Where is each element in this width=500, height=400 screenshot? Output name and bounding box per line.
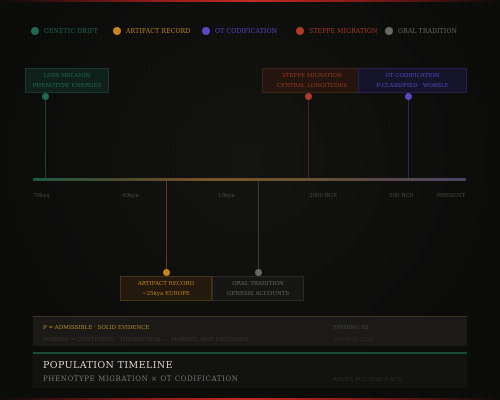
event-subtitle: CENTRAL LONGITUDES: [276, 82, 348, 89]
legend-label: GENETIC DRIFT: [44, 27, 99, 35]
search-label: SEARCH 2026: [333, 337, 374, 343]
event-subtitle: P-CLASSIFIED · WOBBLE: [376, 82, 449, 89]
legend-dot-icon: [385, 27, 393, 35]
legend-item-genetic-drift: GENETIC DRIFT: [31, 25, 98, 37]
evidence-wobble-text: WOBBLE = CONTESTED · THEORETICAL — MARKE…: [43, 337, 249, 343]
title-panel: POPULATION TIMELINE PHENOTYPE MIGRATION …: [33, 352, 467, 388]
event-title: ARTIFACT RECORD: [137, 280, 195, 287]
top-accent-line: [0, 0, 500, 2]
page-title: POPULATION TIMELINE: [43, 360, 173, 371]
event-title: OT CODIFICATION: [385, 72, 440, 79]
timeline-axis: [33, 178, 466, 181]
tick-label: PRESENT: [437, 193, 466, 199]
event-stem: [258, 181, 259, 270]
event-stem: [408, 99, 409, 179]
event-stem: [45, 99, 46, 179]
event-stem: [166, 181, 167, 270]
page-subtitle: PHENOTYPE MIGRATION × OT CODIFICATION: [43, 375, 239, 383]
evidence-key-panel: P = ADMISSIBLE · SOLID EVIDENCE WOBBLE =…: [33, 316, 467, 346]
event-card-loss-melanin[interactable]: LOSS MELANIN PHENOTYPE EMERGES: [25, 68, 109, 93]
tick-label: 70kya: [33, 193, 50, 199]
event-node-icon[interactable]: [42, 93, 49, 100]
event-card-oral-tradition[interactable]: ORAL TRADITION GENESIS ACCOUNTS: [212, 276, 304, 301]
legend-label: ORAL TRADITION: [398, 27, 458, 35]
legend-item-ot-codification: OT CODIFICATION: [202, 25, 277, 37]
legend-dot-icon: [31, 27, 39, 35]
evidence-admissible-text: P = ADMISSIBLE · SOLID EVIDENCE: [43, 325, 150, 331]
event-card-artifact-record[interactable]: ARTIFACT RECORD ~25kya EUROPE: [120, 276, 212, 301]
event-card-steppe-migration[interactable]: STEPPE MIGRATION CENTRAL LONGITUDES: [262, 68, 362, 93]
tick-label: 40kya: [122, 193, 139, 199]
legend-dot-icon: [202, 27, 210, 35]
event-title: ORAL TRADITION: [232, 280, 284, 287]
legend-dot-icon: [296, 27, 304, 35]
event-subtitle: GENESIS ACCOUNTS: [226, 290, 290, 297]
legend-item-oral-tradition: ORAL TRADITION: [385, 25, 457, 37]
legend-item-artifact-record: ARTIFACT RECORD: [113, 25, 190, 37]
tick-label: 3000 BCE: [309, 193, 338, 199]
reference-code: ADVRA PCL-2026 P-ACX: [333, 377, 402, 383]
event-title: LOSS MELANIN: [43, 72, 91, 79]
event-node-icon[interactable]: [405, 93, 412, 100]
event-title: STEPPE MIGRATION: [282, 72, 342, 79]
legend-label: STEPPE MIGRATION: [309, 27, 378, 35]
event-node-icon[interactable]: [305, 93, 312, 100]
legend-item-steppe-migration: STEPPE MIGRATION: [296, 25, 377, 37]
tick-label: 500 BCE: [389, 193, 414, 199]
event-node-icon[interactable]: [163, 269, 170, 276]
event-stem: [308, 99, 309, 179]
finding-label: FINDING 05: [333, 325, 369, 331]
event-node-icon[interactable]: [255, 269, 262, 276]
legend-label: OT CODIFICATION: [215, 27, 278, 35]
legend-dot-icon: [113, 27, 121, 35]
timeline-stage: GENETIC DRIFT ARTIFACT RECORD OT CODIFIC…: [0, 0, 500, 400]
event-subtitle: PHENOTYPE EMERGES: [32, 82, 102, 89]
event-card-ot-codification[interactable]: OT CODIFICATION P-CLASSIFIED · WOBBLE: [358, 68, 467, 93]
tick-label: 10kya: [218, 193, 235, 199]
event-subtitle: ~25kya EUROPE: [141, 290, 191, 297]
legend-label: ARTIFACT RECORD: [126, 27, 191, 35]
